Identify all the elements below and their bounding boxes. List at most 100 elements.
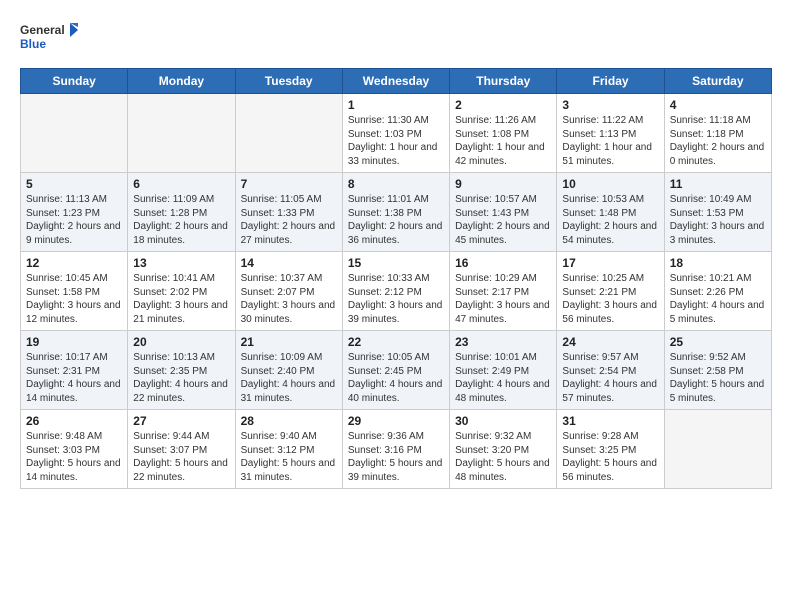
calendar-cell: 23 Sunrise: 10:01 AM Sunset: 2:49 PM Dayl… <box>450 331 557 410</box>
day-number: 19 <box>26 335 122 349</box>
calendar-cell: 29 Sunrise: 9:36 AM Sunset: 3:16 PM Dayli… <box>342 410 449 489</box>
day-info: Sunrise: 10:49 AM Sunset: 1:53 PM Daylig… <box>670 193 766 247</box>
calendar-cell <box>664 410 771 489</box>
calendar-cell: 17 Sunrise: 10:25 AM Sunset: 2:21 PM Dayl… <box>557 252 664 331</box>
day-number: 23 <box>455 335 551 349</box>
day-number: 3 <box>562 98 658 112</box>
weekday-header-tuesday: Tuesday <box>235 69 342 94</box>
logo: General Blue <box>20 18 80 58</box>
day-number: 27 <box>133 414 229 428</box>
day-number: 24 <box>562 335 658 349</box>
day-number: 5 <box>26 177 122 191</box>
day-number: 16 <box>455 256 551 270</box>
calendar-cell: 27 Sunrise: 9:44 AM Sunset: 3:07 PM Dayli… <box>128 410 235 489</box>
day-number: 1 <box>348 98 444 112</box>
day-info: Sunrise: 9:28 AM Sunset: 3:25 PM Dayligh… <box>562 430 658 484</box>
calendar-cell: 6 Sunrise: 11:09 AM Sunset: 1:28 PM Dayli… <box>128 173 235 252</box>
calendar-cell: 31 Sunrise: 9:28 AM Sunset: 3:25 PM Dayli… <box>557 410 664 489</box>
day-info: Sunrise: 10:37 AM Sunset: 2:07 PM Daylig… <box>241 272 337 326</box>
weekday-header-saturday: Saturday <box>664 69 771 94</box>
calendar-cell: 2 Sunrise: 11:26 AM Sunset: 1:08 PM Dayli… <box>450 94 557 173</box>
week-row-2: 5 Sunrise: 11:13 AM Sunset: 1:23 PM Dayli… <box>21 173 772 252</box>
day-number: 29 <box>348 414 444 428</box>
calendar-cell: 16 Sunrise: 10:29 AM Sunset: 2:17 PM Dayl… <box>450 252 557 331</box>
calendar-cell: 26 Sunrise: 9:48 AM Sunset: 3:03 PM Dayli… <box>21 410 128 489</box>
day-info: Sunrise: 10:09 AM Sunset: 2:40 PM Daylig… <box>241 351 337 405</box>
calendar-cell <box>235 94 342 173</box>
day-info: Sunrise: 9:32 AM Sunset: 3:20 PM Dayligh… <box>455 430 551 484</box>
day-number: 13 <box>133 256 229 270</box>
day-info: Sunrise: 11:01 AM Sunset: 1:38 PM Daylig… <box>348 193 444 247</box>
day-info: Sunrise: 11:09 AM Sunset: 1:28 PM Daylig… <box>133 193 229 247</box>
day-info: Sunrise: 10:13 AM Sunset: 2:35 PM Daylig… <box>133 351 229 405</box>
day-info: Sunrise: 9:40 AM Sunset: 3:12 PM Dayligh… <box>241 430 337 484</box>
day-number: 6 <box>133 177 229 191</box>
day-number: 8 <box>348 177 444 191</box>
day-info: Sunrise: 9:36 AM Sunset: 3:16 PM Dayligh… <box>348 430 444 484</box>
day-info: Sunrise: 11:26 AM Sunset: 1:08 PM Daylig… <box>455 114 551 168</box>
day-number: 11 <box>670 177 766 191</box>
calendar-cell: 8 Sunrise: 11:01 AM Sunset: 1:38 PM Dayli… <box>342 173 449 252</box>
day-number: 9 <box>455 177 551 191</box>
calendar-cell: 22 Sunrise: 10:05 AM Sunset: 2:45 PM Dayl… <box>342 331 449 410</box>
calendar-cell: 3Sunrise: 11:22 AM Sunset: 1:13 PM Dayli… <box>557 94 664 173</box>
day-info: Sunrise: 10:17 AM Sunset: 2:31 PM Daylig… <box>26 351 122 405</box>
weekday-header-wednesday: Wednesday <box>342 69 449 94</box>
week-row-5: 26 Sunrise: 9:48 AM Sunset: 3:03 PM Dayli… <box>21 410 772 489</box>
calendar-cell: 30 Sunrise: 9:32 AM Sunset: 3:20 PM Dayli… <box>450 410 557 489</box>
day-info: Sunrise: 10:05 AM Sunset: 2:45 PM Daylig… <box>348 351 444 405</box>
weekday-header-friday: Friday <box>557 69 664 94</box>
weekday-header-row: SundayMondayTuesdayWednesdayThursdayFrid… <box>21 69 772 94</box>
day-info: Sunrise: 10:33 AM Sunset: 2:12 PM Daylig… <box>348 272 444 326</box>
weekday-header-sunday: Sunday <box>21 69 128 94</box>
calendar-cell: 13 Sunrise: 10:41 AM Sunset: 2:02 PM Dayl… <box>128 252 235 331</box>
day-info: Sunrise: 9:57 AM Sunset: 2:54 PM Dayligh… <box>562 351 658 405</box>
day-info: Sunrise: 10:53 AM Sunset: 1:48 PM Daylig… <box>562 193 658 247</box>
day-info: Sunrise: 10:41 AM Sunset: 2:02 PM Daylig… <box>133 272 229 326</box>
day-info: Sunrise: 10:45 AM Sunset: 1:58 PM Daylig… <box>26 272 122 326</box>
calendar-cell: 20 Sunrise: 10:13 AM Sunset: 2:35 PM Dayl… <box>128 331 235 410</box>
day-number: 12 <box>26 256 122 270</box>
day-number: 30 <box>455 414 551 428</box>
day-number: 25 <box>670 335 766 349</box>
calendar-cell: 18Sunrise: 10:21 AM Sunset: 2:26 PM Dayl… <box>664 252 771 331</box>
day-info: Sunrise: 10:57 AM Sunset: 1:43 PM Daylig… <box>455 193 551 247</box>
page: General Blue SundayMondayTuesdayWednesda… <box>0 0 792 612</box>
calendar-cell <box>21 94 128 173</box>
day-info: Sunrise: 10:29 AM Sunset: 2:17 PM Daylig… <box>455 272 551 326</box>
calendar-cell: 14 Sunrise: 10:37 AM Sunset: 2:07 PM Dayl… <box>235 252 342 331</box>
day-info: Sunrise: 11:18 AM Sunset: 1:18 PM Daylig… <box>670 114 766 168</box>
calendar-cell: 9 Sunrise: 10:57 AM Sunset: 1:43 PM Dayli… <box>450 173 557 252</box>
day-info: Sunrise: 10:25 AM Sunset: 2:21 PM Daylig… <box>562 272 658 326</box>
svg-text:General: General <box>20 23 65 37</box>
day-number: 2 <box>455 98 551 112</box>
calendar-cell: 11 Sunrise: 10:49 AM Sunset: 1:53 PM Dayl… <box>664 173 771 252</box>
day-number: 15 <box>348 256 444 270</box>
calendar-cell: 12 Sunrise: 10:45 AM Sunset: 1:58 PM Dayl… <box>21 252 128 331</box>
day-number: 22 <box>348 335 444 349</box>
day-info: Sunrise: 10:01 AM Sunset: 2:49 PM Daylig… <box>455 351 551 405</box>
day-info: Sunrise: 9:44 AM Sunset: 3:07 PM Dayligh… <box>133 430 229 484</box>
day-number: 20 <box>133 335 229 349</box>
day-number: 7 <box>241 177 337 191</box>
weekday-header-monday: Monday <box>128 69 235 94</box>
day-number: 17 <box>562 256 658 270</box>
day-info: Sunrise: 9:48 AM Sunset: 3:03 PM Dayligh… <box>26 430 122 484</box>
day-number: 14 <box>241 256 337 270</box>
svg-text:Blue: Blue <box>20 37 46 51</box>
day-number: 31 <box>562 414 658 428</box>
day-number: 26 <box>26 414 122 428</box>
day-number: 28 <box>241 414 337 428</box>
calendar-cell: 15 Sunrise: 10:33 AM Sunset: 2:12 PM Dayl… <box>342 252 449 331</box>
day-info: Sunrise: 9:52 AM Sunset: 2:58 PM Dayligh… <box>670 351 766 405</box>
calendar-cell: 10Sunrise: 10:53 AM Sunset: 1:48 PM Dayl… <box>557 173 664 252</box>
calendar-cell: 21 Sunrise: 10:09 AM Sunset: 2:40 PM Dayl… <box>235 331 342 410</box>
calendar-cell: 28 Sunrise: 9:40 AM Sunset: 3:12 PM Dayli… <box>235 410 342 489</box>
day-info: Sunrise: 10:21 AM Sunset: 2:26 PM Daylig… <box>670 272 766 326</box>
day-info: Sunrise: 11:13 AM Sunset: 1:23 PM Daylig… <box>26 193 122 247</box>
week-row-4: 19 Sunrise: 10:17 AM Sunset: 2:31 PM Dayl… <box>21 331 772 410</box>
day-info: Sunrise: 11:05 AM Sunset: 1:33 PM Daylig… <box>241 193 337 247</box>
header: General Blue <box>20 18 772 58</box>
day-number: 21 <box>241 335 337 349</box>
calendar-cell <box>128 94 235 173</box>
